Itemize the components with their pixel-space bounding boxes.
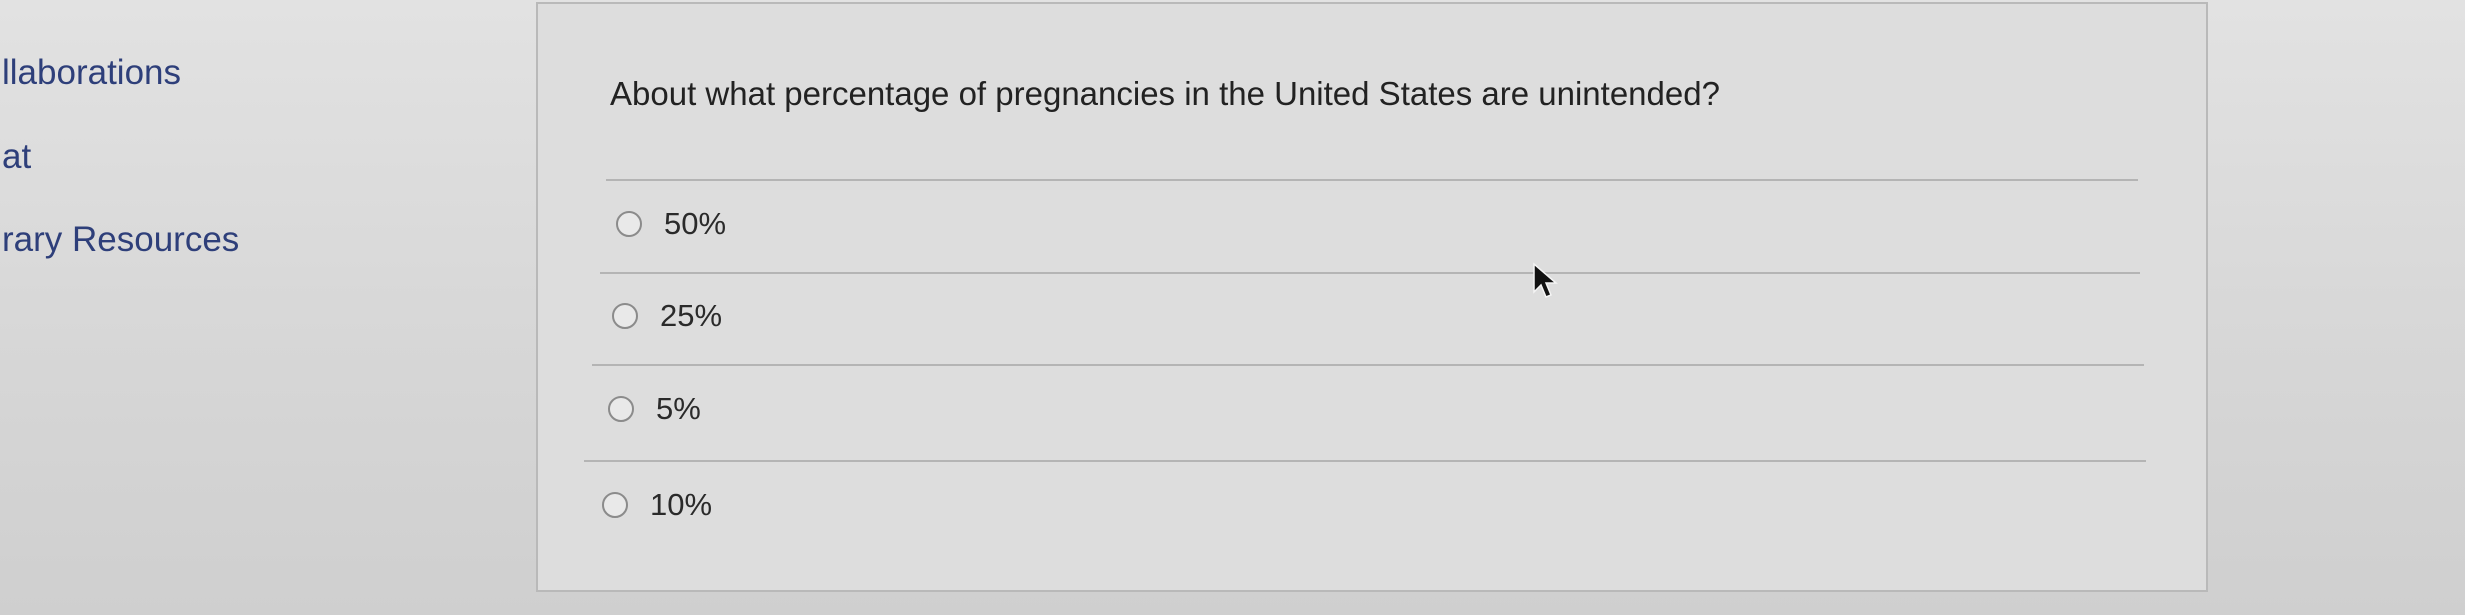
question-divider	[606, 179, 2138, 181]
answer-option-label: 10%	[650, 487, 713, 522]
answer-option-25[interactable]: 25%	[612, 298, 722, 334]
question-text: About what percentage of pregnancies in …	[610, 75, 1720, 112]
answer-option-10[interactable]: 10%	[602, 487, 712, 523]
answer-option-label: 5%	[656, 391, 701, 426]
answer-option-5[interactable]: 5%	[608, 391, 701, 427]
sidebar-item-collaborations[interactable]: llaborations	[2, 53, 181, 93]
radio-button[interactable]	[612, 303, 638, 329]
option-divider	[592, 364, 2144, 366]
radio-button[interactable]	[616, 211, 642, 237]
option-divider	[600, 272, 2140, 274]
radio-button[interactable]	[602, 492, 628, 518]
option-divider	[584, 460, 2146, 462]
question-card: About what percentage of pregnancies in …	[536, 2, 2208, 592]
radio-button[interactable]	[608, 396, 634, 422]
answer-option-label: 25%	[660, 298, 723, 333]
course-sidebar: llaborations at rary Resources	[0, 0, 520, 615]
answer-option-label: 50%	[664, 206, 727, 241]
mouse-pointer-icon	[1533, 262, 1559, 298]
answer-option-50[interactable]: 50%	[616, 206, 726, 242]
sidebar-item-library-resources[interactable]: rary Resources	[2, 220, 239, 260]
sidebar-item-chat[interactable]: at	[2, 137, 31, 177]
